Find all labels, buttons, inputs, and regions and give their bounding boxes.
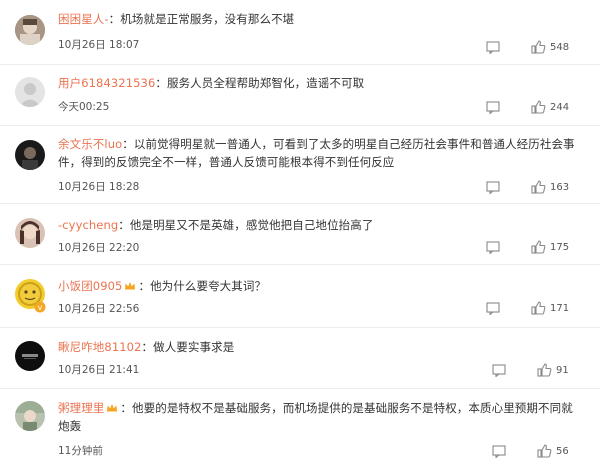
separator: ： — [122, 137, 134, 151]
comment-text: 用户6184321536：服务人员全程帮助郑智化，造谣不可取 — [58, 74, 580, 92]
verified-icon: v — [34, 301, 46, 313]
divider — [0, 264, 600, 265]
comment-icon[interactable] — [486, 181, 500, 194]
username-link[interactable]: 用户6184321536 — [58, 76, 155, 90]
comment-text: 余文乐不luo：以前觉得明星就一普通人，可看到了太多的明星自己经历社会事件和普通… — [58, 135, 576, 171]
avatar[interactable] — [15, 140, 45, 170]
username-link[interactable]: 困困星人- — [58, 12, 109, 26]
comment-actions: 171 — [486, 301, 574, 316]
avatar[interactable] — [15, 77, 45, 107]
divider — [0, 203, 600, 204]
comment-icon[interactable] — [486, 241, 500, 254]
comment-text: 困困星人-：机场就是正常服务，没有那么不堪 — [58, 10, 580, 28]
like-count: 548 — [550, 42, 570, 53]
svg-text:v: v — [38, 303, 43, 312]
comment-actions: 175 — [486, 240, 574, 255]
comment-icon[interactable] — [486, 101, 500, 114]
like-count: 91 — [556, 365, 569, 376]
comment-actions: 163 — [486, 180, 574, 195]
comment-time: 今天00:25 — [58, 101, 110, 113]
divider — [0, 125, 600, 126]
comment-icon[interactable] — [492, 445, 506, 458]
comment-content: 以前觉得明星就一普通人，可看到了太多的明星自己经历社会事件和普通人经历社会事件，… — [58, 137, 575, 169]
username-link[interactable]: 粥理理里 — [58, 401, 104, 415]
comment-time: 10月26日 22:20 — [58, 242, 140, 254]
comment-content: 机场就是正常服务，没有那么不堪 — [120, 12, 295, 26]
comment-icon[interactable] — [486, 302, 500, 315]
divider — [0, 64, 600, 65]
comment-actions: 91 — [492, 363, 574, 378]
comment-time: 10月26日 21:41 — [58, 364, 140, 376]
separator: ： — [138, 279, 151, 293]
like-count: 171 — [550, 303, 570, 314]
username-link[interactable]: -cyycheng — [58, 218, 118, 232]
avatar[interactable] — [15, 341, 45, 371]
comment-time: 10月26日 18:28 — [58, 181, 140, 193]
like-count: 175 — [550, 242, 570, 253]
comment-text: -cyycheng：他是明星又不是英雄，感觉他把自己地位抬高了 — [58, 216, 580, 234]
comment-content: 他是明星又不是英雄，感觉他把自己地位抬高了 — [129, 218, 374, 232]
divider — [0, 327, 600, 328]
comment-icon[interactable] — [486, 41, 500, 54]
thumbs-up-icon[interactable] — [531, 180, 546, 194]
thumbs-up-icon[interactable] — [531, 240, 546, 254]
username-link[interactable]: 瞅尼咋地81102 — [58, 340, 141, 354]
comment-content: 做人要实事求是 — [153, 340, 235, 354]
comment-content: 服务人员全程帮助郑智化，造谣不可取 — [166, 76, 365, 90]
comment-actions: 548 — [486, 40, 574, 55]
comment-text: 小饭团0905 ：他为什么要夸大其词？ — [58, 277, 580, 295]
comment-actions: 56 — [492, 444, 574, 459]
avatar[interactable] — [15, 15, 45, 45]
like-count: 244 — [550, 102, 570, 113]
separator: ： — [120, 401, 133, 415]
comment-content: 他要的是特权不是基础服务，而机场提供的是基础服务不是特权，本质心里预期不同就炮轰 — [58, 401, 573, 433]
thumbs-up-icon[interactable] — [531, 40, 546, 54]
username-link[interactable]: 余文乐不luo — [58, 137, 122, 151]
comment-list: 困困星人-：机场就是正常服务，没有那么不堪 10月26日 18:07 548 用… — [0, 0, 600, 473]
crown-badge-icon — [125, 282, 136, 290]
comment-text: 粥理理里 ：他要的是特权不是基础服务，而机场提供的是基础服务不是特权，本质心里预期… — [58, 399, 580, 435]
comment-time: 10月26日 18:07 — [58, 39, 140, 51]
comment-icon[interactable] — [492, 364, 506, 377]
comment-text: 瞅尼咋地81102：做人要实事求是 — [58, 338, 580, 356]
divider — [0, 388, 600, 389]
avatar[interactable] — [15, 401, 45, 431]
comment-content: 他为什么要夸大其词？ — [150, 279, 267, 293]
comment-actions: 244 — [486, 100, 574, 115]
thumbs-up-icon[interactable] — [531, 301, 546, 315]
like-count: 163 — [550, 182, 570, 193]
username-link[interactable]: 小饭团0905 — [58, 279, 122, 293]
like-count: 56 — [556, 446, 569, 457]
crown-badge-icon — [107, 404, 118, 412]
avatar[interactable] — [15, 218, 45, 248]
separator: ： — [155, 76, 167, 90]
thumbs-up-icon[interactable] — [531, 100, 546, 114]
separator: ： — [118, 218, 130, 232]
comment-time: 11分钟前 — [58, 445, 103, 457]
thumbs-up-icon[interactable] — [537, 444, 552, 458]
comment-time: 10月26日 22:56 — [58, 303, 140, 315]
thumbs-up-icon[interactable] — [537, 363, 552, 377]
separator: ： — [141, 340, 154, 354]
separator: ： — [108, 12, 121, 26]
